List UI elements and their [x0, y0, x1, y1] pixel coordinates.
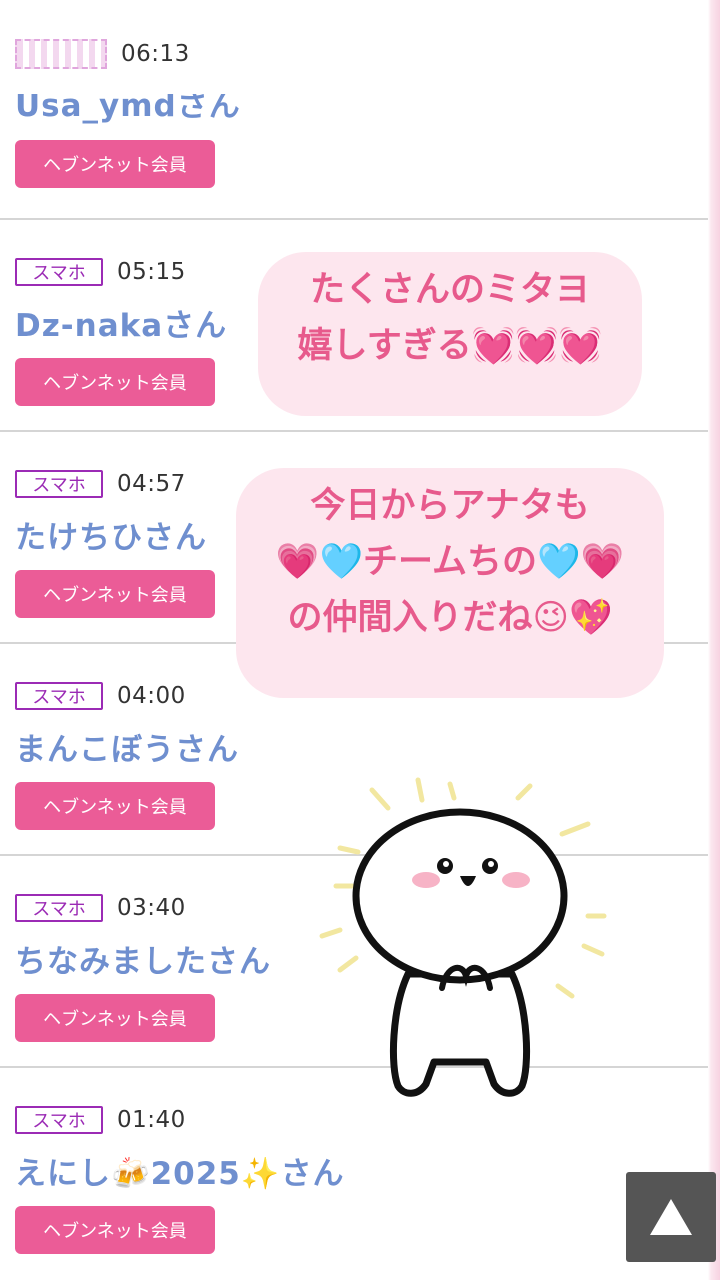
message-bubble: たくさんのミタヨ 嬉しすぎる💓💓💓 [258, 252, 642, 416]
smartphone-badge: スマホ [15, 894, 103, 922]
visitor-name[interactable]: たけちひさん [15, 512, 207, 557]
member-button[interactable]: ヘブンネット会員 [15, 570, 215, 618]
visitor-name[interactable]: えにし🍻2025✨さん [15, 1148, 344, 1193]
visit-time: 04:57 [117, 471, 186, 497]
member-button[interactable]: ヘブンネット会員 [15, 782, 215, 830]
triangle-up-icon [650, 1199, 692, 1235]
visitor-row: 06:13 Usa_ymdさん ヘブンネット会員 [0, 0, 708, 220]
visit-meta: スマホ 01:40 [15, 1104, 186, 1136]
visit-time: 04:00 [117, 683, 186, 709]
visit-time: 05:15 [117, 259, 186, 285]
visit-time: 06:13 [121, 41, 190, 67]
visitor-history-page: 06:13 Usa_ymdさん ヘブンネット会員 スマホ 05:15 Dz-na… [0, 0, 720, 1280]
visit-time: 03:40 [117, 895, 186, 921]
member-button[interactable]: ヘブンネット会員 [15, 994, 215, 1042]
smartphone-badge: スマホ [15, 682, 103, 710]
bubble-line: 💗🩵チームちの🩵💗 [275, 542, 625, 582]
visit-time: 01:40 [117, 1107, 186, 1133]
bubble-line: 今日からアナタも [310, 486, 590, 526]
smartphone-badge: スマホ [15, 470, 103, 498]
scroll-to-top-button[interactable] [626, 1172, 716, 1262]
bubble-line: たくさんのミタヨ [309, 270, 590, 310]
visit-meta: スマホ 04:57 [15, 468, 186, 500]
visitor-name[interactable]: まんこぼうさん [15, 724, 239, 769]
visitor-name[interactable]: Dz-nakaさん [15, 300, 227, 345]
member-button[interactable]: ヘブンネット会員 [15, 358, 215, 406]
badge-obscured [15, 39, 107, 69]
bubble-line: の仲間入りだね😉💖 [287, 598, 613, 638]
visit-meta: 06:13 [15, 38, 190, 70]
member-button[interactable]: ヘブンネット会員 [15, 1206, 215, 1254]
visit-meta: スマホ 03:40 [15, 892, 186, 924]
visitor-name[interactable]: ちなみましたさん [15, 936, 271, 981]
smartphone-badge: スマホ [15, 258, 103, 286]
visit-meta: スマホ 05:15 [15, 256, 186, 288]
message-bubble: 今日からアナタも 💗🩵チームちの🩵💗 の仲間入りだね😉💖 [236, 468, 664, 698]
character-sticker [319, 777, 607, 1097]
visit-meta: スマホ 04:00 [15, 680, 186, 712]
member-button[interactable]: ヘブンネット会員 [15, 140, 215, 188]
bubble-line: 嬉しすぎる💓💓💓 [297, 326, 603, 366]
scroll-edge-strip [708, 0, 720, 1280]
smartphone-badge: スマホ [15, 1106, 103, 1134]
visitor-name[interactable]: Usa_ymdさん [15, 94, 241, 125]
